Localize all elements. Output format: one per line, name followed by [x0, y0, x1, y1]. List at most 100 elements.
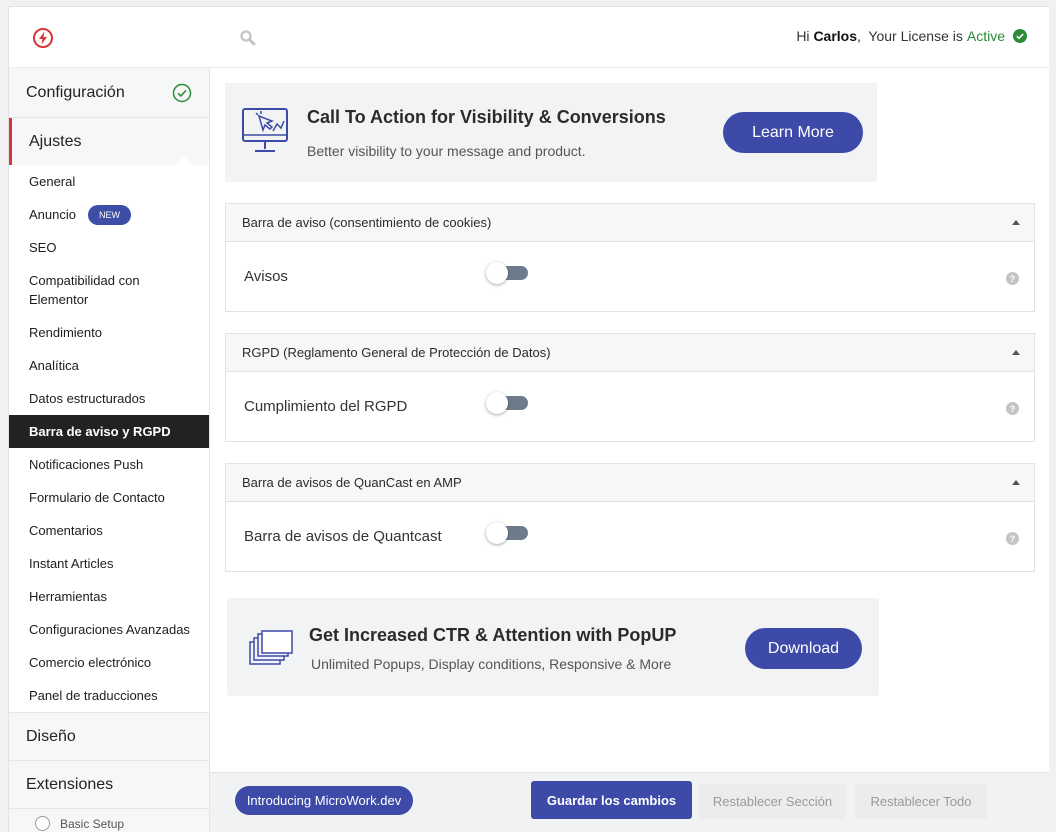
caret-up-icon[interactable]: [1012, 480, 1020, 485]
panel-title: RGPD (Reglamento General de Protección d…: [242, 345, 551, 360]
panel-body: Avisos ?: [226, 242, 1034, 311]
panel-title: Barra de avisos de QuanCast en AMP: [242, 475, 462, 490]
configuracion-label: Configuración: [26, 83, 125, 101]
promo-cta-banner: Call To Action for Visibility & Conversi…: [225, 83, 877, 182]
sidebar-item-elementor[interactable]: Compatibilidad con Elementor: [9, 264, 209, 316]
sidebar-item-panel-traducciones[interactable]: Panel de traducciones: [9, 679, 209, 712]
save-changes-button[interactable]: Guardar los cambios: [531, 781, 692, 819]
check-circle-icon: [1013, 29, 1027, 43]
sidebar-item-analitica[interactable]: Analítica: [9, 349, 209, 382]
sidebar-item-formulario-contacto[interactable]: Formulario de Contacto: [9, 481, 209, 514]
panel-cookie-consent: Barra de aviso (consentimiento de cookie…: [225, 203, 1035, 312]
settings-menu: General Anuncio NEW SEO Compatibilidad co…: [9, 165, 209, 712]
extensiones-label: Extensiones: [26, 775, 114, 793]
sidebar-item-configuraciones-avanzadas[interactable]: Configuraciones Avanzadas: [9, 613, 209, 646]
sidebar-item-label: Compatibilidad con Elementor: [29, 273, 140, 307]
sidebar-item-label: Herramientas: [29, 589, 108, 604]
field-label: Cumplimiento del RGPD: [244, 398, 408, 415]
main-content: Call To Action for Visibility & Conversi…: [210, 68, 1049, 778]
diseno-label: Diseño: [26, 727, 76, 745]
sidebar-item-label: Rendimiento: [29, 325, 102, 340]
app-frame: Hi Carlos, Your License is Active Config…: [8, 6, 1049, 832]
avisos-toggle[interactable]: [486, 262, 528, 286]
license-active-label: Active: [966, 28, 1005, 44]
sidebar-item-label: Formulario de Contacto: [29, 490, 165, 505]
sidebar-item-general[interactable]: General: [9, 165, 209, 198]
learn-more-button[interactable]: Learn More: [723, 112, 863, 153]
toggle-knob: [486, 262, 508, 284]
sidebar-item-herramientas[interactable]: Herramientas: [9, 580, 209, 613]
sidebar-extensiones[interactable]: Extensiones: [9, 760, 209, 808]
field-label: Barra de avisos de Quantcast: [244, 528, 442, 545]
sidebar-item-rendimiento[interactable]: Rendimiento: [9, 316, 209, 349]
panel-quantcast: Barra de avisos de QuanCast en AMP Barra…: [225, 463, 1035, 572]
sidebar-item-datos-estructurados[interactable]: Datos estructurados: [9, 382, 209, 415]
sidebar-item-comercio-electronico[interactable]: Comercio electrónico: [9, 646, 209, 679]
panel-title: Barra de aviso (consentimiento de cookie…: [242, 215, 492, 230]
sidebar-item-seo[interactable]: SEO: [9, 231, 209, 264]
help-icon[interactable]: ?: [1006, 402, 1019, 415]
panel-header[interactable]: Barra de avisos de QuanCast en AMP: [226, 464, 1034, 502]
new-badge: NEW: [87, 204, 131, 225]
ajustes-label: Ajustes: [29, 132, 82, 150]
search-icon[interactable]: [239, 29, 257, 47]
sidebar-item-anuncio[interactable]: Anuncio NEW: [9, 198, 209, 231]
sidebar-item-notificaciones-push[interactable]: Notificaciones Push: [9, 448, 209, 481]
reset-section-button[interactable]: Restablecer Sección: [699, 784, 846, 819]
sidebar-item-label: SEO: [29, 240, 57, 255]
sidebar-item-label: General: [29, 174, 76, 189]
help-icon[interactable]: ?: [1006, 532, 1019, 545]
sidebar-item-label: Barra de aviso y RGPD: [29, 424, 171, 439]
lightning-bolt-icon[interactable]: [32, 27, 54, 49]
top-header: Hi Carlos, Your License is Active: [9, 7, 1049, 68]
license-text: , Your License is: [857, 28, 963, 44]
sidebar-item-label: Datos estructurados: [29, 391, 146, 406]
sidebar-ajustes[interactable]: Ajustes: [9, 118, 209, 165]
check-circle-icon: [172, 83, 192, 102]
sidebar-item-label: Configuraciones Avanzadas: [29, 622, 190, 637]
sidebar-item-label: Instant Articles: [29, 556, 114, 571]
reset-all-button[interactable]: Restablecer Todo: [855, 784, 987, 819]
promo-cta-subtitle: Better visibility to your message and pr…: [307, 143, 586, 159]
user-name: Carlos: [813, 28, 858, 44]
radio-button[interactable]: [35, 816, 50, 831]
caret-up-icon[interactable]: [1012, 220, 1020, 225]
sidebar-basic-setup[interactable]: Basic Setup: [9, 808, 209, 832]
sidebar-item-barra-aviso-rgpd[interactable]: Barra de aviso y RGPD: [9, 415, 209, 448]
panel-header[interactable]: Barra de aviso (consentimiento de cookie…: [226, 204, 1034, 242]
popup-windows-icon: [249, 630, 293, 665]
sidebar: Configuración Ajustes General Anuncio NEW…: [9, 68, 210, 832]
greeting-text: Hi: [796, 28, 810, 44]
monitor-cursor-icon: [242, 108, 288, 152]
license-status: Hi Carlos, Your License is Active: [796, 28, 1027, 44]
help-icon[interactable]: ?: [1006, 272, 1019, 285]
sidebar-item-instant-articles[interactable]: Instant Articles: [9, 547, 209, 580]
caret-up-icon[interactable]: [1012, 350, 1020, 355]
introducing-microwork-button[interactable]: Introducing MicroWork.dev: [235, 786, 413, 815]
download-button[interactable]: Download: [745, 628, 862, 669]
toggle-knob: [486, 522, 508, 544]
panel-body: Barra de avisos de Quantcast ?: [226, 502, 1034, 571]
promo-cta-title: Call To Action for Visibility & Conversi…: [307, 107, 666, 127]
basic-setup-label: Basic Setup: [60, 816, 125, 831]
promo-popup-subtitle: Unlimited Popups, Display conditions, Re…: [311, 656, 672, 672]
quantcast-toggle[interactable]: [486, 522, 528, 546]
toggle-knob: [486, 392, 508, 414]
sidebar-item-comentarios[interactable]: Comentarios: [9, 514, 209, 547]
sidebar-diseno[interactable]: Diseño: [9, 712, 209, 760]
rgpd-toggle[interactable]: [486, 392, 528, 416]
sidebar-item-label: Panel de traducciones: [29, 688, 158, 703]
panel-body: Cumplimiento del RGPD ?: [226, 372, 1034, 441]
sidebar-configuracion[interactable]: Configuración: [9, 68, 209, 118]
panel-rgpd: RGPD (Reglamento General de Protección d…: [225, 333, 1035, 442]
sidebar-item-label: Comercio electrónico: [29, 655, 152, 670]
footer-action-bar: Introducing MicroWork.dev Guardar los ca…: [210, 772, 1049, 832]
promo-popup-banner: Get Increased CTR & Attention with PopUP…: [227, 598, 879, 696]
sidebar-item-label: Comentarios: [29, 523, 103, 538]
promo-popup-title: Get Increased CTR & Attention with PopUP: [309, 625, 677, 645]
sidebar-item-label: Notificaciones Push: [29, 457, 144, 472]
field-label: Avisos: [244, 268, 288, 285]
sidebar-item-label: Anuncio: [29, 207, 76, 222]
panel-header[interactable]: RGPD (Reglamento General de Protección d…: [226, 334, 1034, 372]
sidebar-item-label: Analítica: [29, 358, 79, 373]
